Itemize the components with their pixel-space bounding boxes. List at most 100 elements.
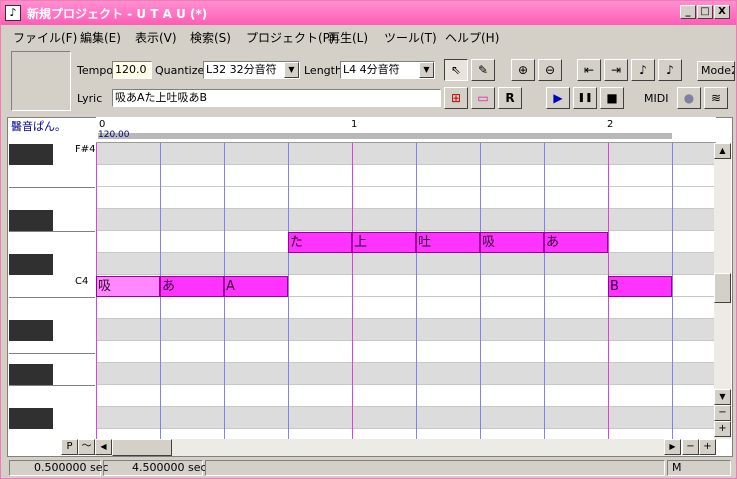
grid-row: [96, 297, 714, 319]
timeline-ruler[interactable]: 0 1 2 120.00: [96, 117, 716, 143]
menu-file[interactable]: ファイル(F): [13, 29, 77, 46]
skip-to-end-icon[interactable]: ⇥: [604, 59, 628, 81]
tempo-label: Tempo: [77, 64, 114, 77]
grid-row: [96, 253, 714, 275]
horizontal-scroll-thumb[interactable]: [112, 439, 172, 456]
quantize-label: Quantize: [155, 64, 205, 77]
status-bar: 0.500000 sec 4.500000 sec M: [1, 458, 736, 478]
zoom-out-icon[interactable]: ⊖: [538, 59, 562, 81]
menu-tools[interactable]: ツール(T): [384, 29, 437, 46]
menu-view[interactable]: 表示(V): [135, 29, 177, 46]
menu-playback[interactable]: 再生(L): [328, 29, 368, 46]
note-kyuu[interactable]: 吸: [480, 232, 544, 253]
mode2-button[interactable]: Mode2: [697, 61, 735, 81]
grid-row: [96, 165, 714, 187]
length-label: Length: [304, 64, 342, 77]
key-divider: [9, 385, 95, 386]
lyric-label: Lyric: [77, 92, 103, 105]
insert-r-icon[interactable]: R: [498, 87, 522, 109]
zoom-plus-vertical[interactable]: +: [714, 421, 731, 437]
grid-row: [96, 341, 714, 363]
grid-row: [96, 363, 714, 385]
note-a-low[interactable]: あ: [160, 276, 224, 297]
scroll-right-icon[interactable]: ▶: [664, 439, 681, 455]
arrow-tool-icon[interactable]: ⇖: [444, 59, 468, 81]
key-label-fs4: F#4: [75, 144, 95, 155]
ruler-mark-0: 0: [99, 119, 106, 130]
beat-line: [544, 143, 545, 439]
voice-preview[interactable]: [11, 51, 71, 111]
maximize-button[interactable]: □: [697, 5, 713, 19]
zoom-in-icon[interactable]: ⊕: [511, 59, 535, 81]
note-a[interactable]: あ: [544, 232, 608, 253]
menu-search[interactable]: 検索(S): [190, 29, 231, 46]
skip-to-start-icon[interactable]: ⇤: [577, 59, 601, 81]
key-divider: [9, 231, 95, 232]
play-icon[interactable]: ▶: [546, 87, 570, 109]
black-key[interactable]: [9, 364, 53, 385]
note-ue[interactable]: 上: [352, 232, 416, 253]
pencil-tool-icon[interactable]: ✎: [471, 59, 495, 81]
menu-edit[interactable]: 編集(E): [80, 29, 121, 46]
midi-label: MIDI: [644, 92, 669, 105]
horizontal-scrollbar[interactable]: ◀ ▶: [95, 439, 681, 456]
note-haku[interactable]: 吐: [416, 232, 480, 253]
close-button[interactable]: X: [714, 5, 730, 19]
black-key[interactable]: [9, 320, 53, 341]
black-key[interactable]: [9, 408, 53, 429]
black-key[interactable]: [9, 254, 53, 275]
stop-icon[interactable]: ■: [600, 87, 624, 109]
bar-line: [352, 143, 353, 439]
note-A[interactable]: A: [224, 276, 288, 297]
voicebank-name[interactable]: 醫音ぱん。: [9, 118, 95, 142]
chevron-down-icon[interactable]: ▼: [284, 62, 299, 78]
status-time-a: 0.500000 sec: [9, 460, 109, 476]
next-note-icon[interactable]: ♪: [658, 59, 682, 81]
vertical-scrollbar[interactable]: ▲ ▼ − +: [714, 143, 731, 439]
vibrato-toggle-button[interactable]: 〜: [78, 439, 95, 455]
menu-project[interactable]: プロジェクト(P): [246, 29, 335, 46]
lyric-input[interactable]: 吸あAた上吐吸あB: [112, 89, 441, 107]
wave-icon[interactable]: ≋: [704, 87, 728, 109]
beat-line: [672, 143, 673, 439]
scroll-down-icon[interactable]: ▼: [714, 389, 731, 405]
piano-keyboard[interactable]: F#4 C4: [9, 143, 95, 439]
ruler-mark-2: 2: [607, 119, 614, 130]
black-key[interactable]: [9, 210, 53, 231]
insert-rest-icon[interactable]: ▭: [471, 87, 495, 109]
minimize-button[interactable]: _: [680, 5, 696, 19]
record-icon[interactable]: ●: [677, 87, 701, 109]
length-select[interactable]: L4 4分音符 ▼: [340, 61, 435, 79]
pause-icon[interactable]: ❚❚: [573, 87, 597, 109]
beat-line: [416, 143, 417, 439]
ruler-tempo: 120.00: [98, 130, 130, 140]
grid-row: [96, 187, 714, 209]
note-ta[interactable]: た: [288, 232, 352, 253]
prev-note-icon[interactable]: ♪: [631, 59, 655, 81]
title-bar: ♪ 新規プロジェクト - U T A U (*) _ □ X: [1, 1, 736, 25]
zoom-minus-vertical[interactable]: −: [714, 405, 731, 421]
scroll-up-icon[interactable]: ▲: [714, 143, 731, 159]
note-grid[interactable]: た 上 吐 吸 あ 吸 あ A B: [96, 143, 714, 439]
quantize-select[interactable]: L32 32分音符 ▼: [203, 61, 300, 79]
zoom-plus-horizontal[interactable]: +: [699, 439, 716, 455]
pitch-toggle-button[interactable]: P: [61, 439, 78, 455]
music-note-icon[interactable]: ♪: [5, 5, 21, 21]
note-B[interactable]: B: [608, 276, 672, 297]
grid-row: [96, 385, 714, 407]
key-label-c4: C4: [75, 276, 89, 287]
vertical-scroll-thumb[interactable]: [714, 273, 731, 303]
scroll-left-icon[interactable]: ◀: [95, 439, 112, 455]
menu-help[interactable]: ヘルプ(H): [445, 29, 499, 46]
key-divider: [9, 187, 95, 188]
chevron-down-icon[interactable]: ▼: [419, 62, 434, 78]
black-key[interactable]: [9, 144, 53, 165]
quantize-value: L32 32分音符: [206, 63, 277, 76]
status-message: [205, 460, 665, 476]
note-kyuu-low[interactable]: 吸: [96, 276, 160, 297]
main-window: ♪ 新規プロジェクト - U T A U (*) _ □ X ファイル(F) 編…: [0, 0, 737, 479]
tempo-input[interactable]: 120.0: [112, 61, 152, 79]
insert-note-icon[interactable]: ⊞: [444, 87, 468, 109]
zoom-minus-horizontal[interactable]: −: [682, 439, 699, 455]
ruler-bar: [98, 133, 672, 139]
